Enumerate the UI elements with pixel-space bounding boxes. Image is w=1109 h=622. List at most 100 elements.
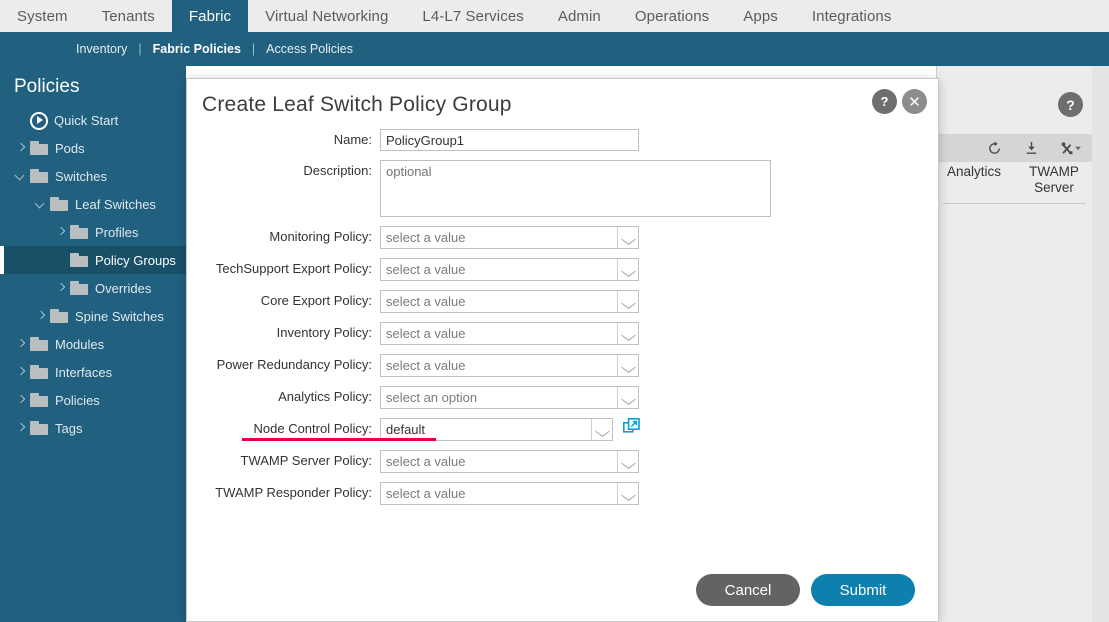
create-leaf-switch-policy-group-dialog: Create Leaf Switch Policy Group ? ✕ Name… xyxy=(186,78,939,622)
monitoring-policy-row: Monitoring Policy:select a value xyxy=(187,226,940,249)
policies-sidebar: Policies Quick Start Pods SwitchesLeaf Swi… xyxy=(0,66,186,622)
topnav-item-virtual-networking[interactable]: Virtual Networking xyxy=(248,0,405,32)
right-side-panel: ? xyxy=(936,66,1092,622)
sidebar-title: Policies xyxy=(0,66,186,106)
chevron-down-icon[interactable] xyxy=(617,355,638,376)
chevron-right-icon[interactable] xyxy=(14,365,28,379)
sidebar-item-policy-groups[interactable]: Policy Groups xyxy=(0,246,186,274)
sidebar-item-label: Pods xyxy=(55,141,85,156)
panel-toolbar xyxy=(937,134,1092,162)
topnav-item-operations[interactable]: Operations xyxy=(618,0,726,32)
chevron-down-icon[interactable] xyxy=(617,259,638,280)
sidebar-item-label: Quick Start xyxy=(54,113,118,128)
twamp-server-policy-row: TWAMP Server Policy:select a value xyxy=(187,450,940,473)
cancel-button[interactable]: Cancel xyxy=(696,574,800,606)
monitoring-policy-select[interactable]: select a value xyxy=(380,226,639,249)
sub-navigation-bar: Inventory|Fabric Policies|Access Policie… xyxy=(0,32,1109,66)
sidebar-item-label: Policy Groups xyxy=(95,253,176,268)
topnav-item-admin[interactable]: Admin xyxy=(541,0,618,32)
topnav-item-l4-l7-services[interactable]: L4-L7 Services xyxy=(405,0,540,32)
analytics-policy-label: Analytics Policy: xyxy=(187,386,380,408)
node-control-policy-row: Node Control Policy:default xyxy=(187,418,940,441)
chevron-right-icon[interactable] xyxy=(14,393,28,407)
inventory-policy-select[interactable]: select a value xyxy=(380,322,639,345)
refresh-icon[interactable] xyxy=(987,141,1002,156)
chevron-down-icon[interactable] xyxy=(617,323,638,344)
techsupport-export-policy-value: select a value xyxy=(381,259,617,280)
sidebar-item-label: Interfaces xyxy=(55,365,112,380)
chevron-right-icon[interactable] xyxy=(34,309,48,323)
monitoring-policy-label: Monitoring Policy: xyxy=(187,226,380,248)
sidebar-item-profiles[interactable]: Profiles xyxy=(0,218,186,246)
twamp-responder-policy-label: TWAMP Responder Policy: xyxy=(187,482,380,504)
sidebar-item-policies[interactable]: Policies xyxy=(0,386,186,414)
power-redundancy-policy-select[interactable]: select a value xyxy=(380,354,639,377)
chevron-down-icon[interactable] xyxy=(591,419,612,440)
topnav-item-tenants[interactable]: Tenants xyxy=(85,0,172,32)
sidebar-item-spine-switches[interactable]: Spine Switches xyxy=(0,302,186,330)
topnav-item-system[interactable]: System xyxy=(0,0,85,32)
folder-icon xyxy=(30,421,49,435)
folder-icon xyxy=(30,393,49,407)
sidebar-item-leaf-switches[interactable]: Leaf Switches xyxy=(0,190,186,218)
twamp-server-policy-value: select a value xyxy=(381,451,617,472)
sidebar-item-tags[interactable]: Tags xyxy=(0,414,186,442)
sidebar-item-label: Spine Switches xyxy=(75,309,164,324)
dialog-footer: Cancel Submit xyxy=(187,574,940,606)
chevron-right-icon[interactable] xyxy=(14,421,28,435)
techsupport-export-policy-select[interactable]: select a value xyxy=(380,258,639,281)
techsupport-export-policy-row: TechSupport Export Policy:select a value xyxy=(187,258,940,281)
sidebar-tree: Quick Start Pods SwitchesLeaf SwitchesProf… xyxy=(0,106,186,442)
name-label: Name: xyxy=(187,129,380,151)
chevron-down-icon[interactable] xyxy=(34,197,48,211)
folder-icon xyxy=(70,253,89,267)
panel-divider xyxy=(943,203,1086,204)
sidebar-item-quick-start[interactable]: Quick Start xyxy=(0,106,186,134)
node-control-policy-value: default xyxy=(381,419,591,440)
submit-button[interactable]: Submit xyxy=(811,574,915,606)
chevron-down-icon[interactable] xyxy=(14,169,28,183)
subnav-item-inventory[interactable]: Inventory xyxy=(76,42,127,56)
subnav-item-fabric-policies[interactable]: Fabric Policies xyxy=(153,42,241,56)
tools-icon[interactable] xyxy=(1061,141,1082,156)
sidebar-item-interfaces[interactable]: Interfaces xyxy=(0,358,186,386)
name-row: Name: xyxy=(187,129,940,151)
twamp-responder-policy-select[interactable]: select a value xyxy=(380,482,639,505)
sidebar-item-switches[interactable]: Switches xyxy=(0,162,186,190)
description-textarea[interactable] xyxy=(380,160,771,217)
chevron-down-icon[interactable] xyxy=(617,451,638,472)
name-input[interactable] xyxy=(380,129,639,151)
twamp-server-policy-select[interactable]: select a value xyxy=(380,450,639,473)
field-highlight-underline xyxy=(242,438,436,441)
topnav-item-apps[interactable]: Apps xyxy=(726,0,795,32)
sidebar-item-label: Tags xyxy=(55,421,82,436)
panel-help-button[interactable]: ? xyxy=(1058,92,1083,117)
sidebar-item-modules[interactable]: Modules xyxy=(0,330,186,358)
chevron-down-icon[interactable] xyxy=(617,387,638,408)
folder-icon xyxy=(30,169,49,183)
sidebar-item-pods[interactable]: Pods xyxy=(0,134,186,162)
topnav-item-integrations[interactable]: Integrations xyxy=(795,0,909,32)
inventory-policy-value: select a value xyxy=(381,323,617,344)
sidebar-item-overrides[interactable]: Overrides xyxy=(0,274,186,302)
analytics-policy-select[interactable]: select an option xyxy=(380,386,639,409)
topnav-item-fabric[interactable]: Fabric xyxy=(172,0,248,32)
chevron-right-icon[interactable] xyxy=(14,141,28,155)
caret-spacer xyxy=(54,253,68,267)
chevron-down-icon[interactable] xyxy=(617,291,638,312)
chevron-down-icon[interactable] xyxy=(617,227,638,248)
twamp-server-policy-label: TWAMP Server Policy: xyxy=(187,450,380,472)
core-export-policy-select[interactable]: select a value xyxy=(380,290,639,313)
power-redundancy-policy-row: Power Redundancy Policy:select a value xyxy=(187,354,940,377)
download-icon[interactable] xyxy=(1024,141,1039,156)
core-export-policy-value: select a value xyxy=(381,291,617,312)
subnav-item-access-policies[interactable]: Access Policies xyxy=(266,42,353,56)
chevron-down-icon[interactable] xyxy=(617,483,638,504)
dialog-close-button[interactable]: ✕ xyxy=(902,89,927,114)
chevron-right-icon[interactable] xyxy=(54,225,68,239)
dialog-help-button[interactable]: ? xyxy=(872,89,897,114)
open-external-link-icon[interactable] xyxy=(623,418,640,434)
chevron-right-icon[interactable] xyxy=(14,337,28,351)
chevron-right-icon[interactable] xyxy=(54,281,68,295)
caret-spacer xyxy=(14,113,28,127)
